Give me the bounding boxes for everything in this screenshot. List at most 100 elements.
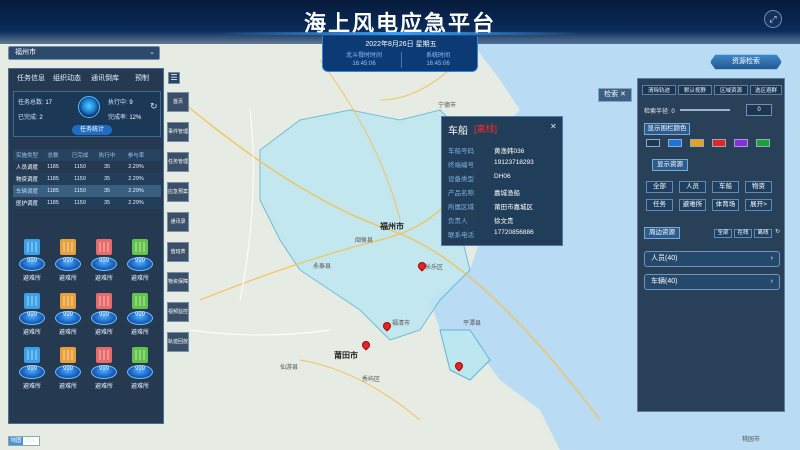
shelter-card[interactable]: 999 避难所 — [17, 239, 47, 283]
refresh-icon[interactable]: ↻ — [775, 228, 780, 235]
cell-done: 1150 — [74, 164, 86, 170]
show-resource-button[interactable]: 显示资源 — [652, 159, 688, 171]
table-row[interactable]: 医护调度 1185 1150 35 2.29% — [13, 197, 161, 209]
resource-search-button[interactable]: 资源检索 — [710, 54, 782, 70]
resource-filter-button[interactable]: 物资 — [745, 181, 772, 193]
toolbar-button[interactable]: 视频监控 — [167, 302, 189, 322]
color-swatch[interactable] — [690, 139, 704, 147]
task-globe-icon — [78, 96, 100, 118]
shelter-card[interactable]: 999 避难所 — [89, 293, 119, 337]
tab-contacts[interactable]: 通讯倒库 — [91, 73, 119, 83]
toolbar-button[interactable]: 通讯录 — [167, 212, 189, 232]
color-swatch[interactable] — [712, 139, 726, 147]
table-row[interactable]: 人员调度 1185 1150 35 2.29% — [13, 161, 161, 173]
color-swatch[interactable] — [756, 139, 770, 147]
shelter-card[interactable]: 999 避难所 — [17, 293, 47, 337]
map-type-map[interactable]: 地图 — [9, 437, 23, 445]
shelter-count: 999 — [98, 312, 109, 318]
shelter-card[interactable]: 999 避难所 — [89, 347, 119, 391]
building-icon — [24, 239, 40, 255]
beidou-time-label: 北斗授时时间 — [345, 53, 382, 59]
table-row[interactable]: 物资调度 1185 1150 35 2.29% — [13, 173, 161, 185]
fullscreen-icon: ⤢ — [769, 13, 777, 24]
nearby-filter-offline[interactable]: 离线 — [754, 229, 772, 238]
group-personnel-label: 人员(40) — [651, 255, 678, 262]
radius-slider[interactable] — [680, 109, 730, 111]
refresh-icon[interactable]: ↻ — [150, 101, 160, 111]
radius-input[interactable]: 0 — [746, 104, 772, 116]
fullscreen-button[interactable]: ⤢ — [764, 10, 782, 28]
toolbar-button[interactable]: 首页 — [167, 92, 189, 112]
popup-value: 黄渔韩036 — [494, 148, 525, 155]
toolbar-button[interactable]: 事件管理 — [167, 122, 189, 142]
shelter-card[interactable]: 999 避难所 — [125, 293, 155, 337]
right-panel: 清除轨迹 默认视野 区域资源 选区避群 检索半径: 0 0 显示围栏颜色 显示资… — [637, 78, 785, 412]
color-swatch[interactable] — [668, 139, 682, 147]
color-swatch[interactable] — [734, 139, 748, 147]
resource-filter-button[interactable]: 车船 — [712, 181, 739, 193]
resource-filter-button[interactable]: 全部 — [646, 181, 673, 193]
shelter-count: 999 — [134, 258, 145, 264]
shelter-card[interactable]: 999 避难所 — [89, 239, 119, 283]
tab-select-area[interactable]: 选区避群 — [750, 85, 782, 95]
map-label-taoyuan: 桃园市 — [742, 437, 761, 443]
task-rate-value: 12% — [129, 115, 142, 121]
popup-status: [离线] — [474, 124, 498, 134]
menu-icon[interactable]: ☰ — [168, 72, 180, 84]
radius-label: 检索半径: 0 — [644, 106, 675, 115]
shelter-card[interactable]: 999 避难所 — [125, 347, 155, 391]
task-stats-button[interactable]: 任务统计 — [72, 125, 112, 135]
nearby-filter-all[interactable]: 全部 — [714, 229, 732, 238]
map-label-fuqing: 福清市 — [392, 321, 411, 327]
shelter-card[interactable]: 999 避难所 — [53, 347, 83, 391]
left-tabs: 任务信息 组织动态 通讯倒库 预制 — [9, 73, 165, 85]
tab-area-resource[interactable]: 区域资源 — [714, 85, 748, 95]
color-swatch[interactable] — [646, 139, 660, 147]
show-color-button[interactable]: 显示围栏颜色 — [644, 123, 690, 135]
nearby-resource-button[interactable]: 周边资源 — [644, 227, 680, 239]
popup-key: 设备类型 — [448, 176, 474, 183]
shelter-card[interactable]: 999 避难所 — [53, 239, 83, 283]
toolbar-button[interactable]: 轨迹回放 — [167, 332, 189, 352]
tab-default-view[interactable]: 默认视野 — [678, 85, 712, 95]
resource-filter-button[interactable]: 人员 — [679, 181, 706, 193]
tab-clear-track[interactable]: 清除轨迹 — [642, 85, 676, 95]
datetime-panel: 2022年8月26日 星期五 北斗授时时间 16:45:06 系统时间 16:4… — [322, 36, 478, 72]
shelter-card[interactable]: 999 避难所 — [17, 347, 47, 391]
tab-org-dynamics[interactable]: 组织动态 — [53, 73, 81, 83]
building-icon — [60, 347, 76, 363]
task-running-value: 9 — [129, 100, 133, 106]
map-type-toggle[interactable]: 地图 混合 — [8, 436, 40, 446]
search-toggle-button[interactable]: 检索 ✕ — [598, 88, 632, 102]
shelter-card[interactable]: 999 避难所 — [125, 239, 155, 283]
resource-filter-button[interactable]: 避难所 — [679, 199, 706, 211]
toolbar-button[interactable]: 值班表 — [167, 242, 189, 262]
toolbar-button[interactable]: 任务管理 — [167, 152, 189, 172]
resource-filter-button[interactable]: 任务 — [646, 199, 673, 211]
close-icon[interactable]: ✕ — [550, 122, 557, 131]
group-vehicles[interactable]: 车辆(40) › — [644, 274, 780, 290]
tab-task-info[interactable]: 任务信息 — [17, 73, 45, 83]
shelter-name: 避难所 — [58, 384, 77, 390]
shelter-card[interactable]: 999 避难所 — [53, 293, 83, 337]
map-label-xiuyu: 秀屿区 — [362, 377, 381, 383]
resource-filter-button[interactable]: 展开> — [745, 199, 772, 211]
cell-done: 1150 — [74, 188, 86, 194]
toolbar-button[interactable]: 物资保障 — [167, 272, 189, 292]
city-select[interactable]: 福州市 ⌄ — [8, 46, 160, 60]
resource-filter-button[interactable]: 体育场 — [712, 199, 739, 211]
toolbar-button[interactable]: 应急预案 — [167, 182, 189, 202]
shelter-name: 避难所 — [22, 384, 41, 390]
shelter-count: 999 — [98, 258, 109, 264]
cell-type: 医护调度 — [15, 201, 38, 207]
table-row[interactable]: 车辆调度 1185 1150 35 2.29% — [13, 185, 161, 197]
popup-value: 莆田市嘉城区 — [494, 204, 533, 211]
map-label-minhou: 闽侯县 — [355, 238, 374, 244]
tab-preset[interactable]: 预制 — [135, 73, 149, 83]
nearby-filter-online[interactable]: 在线 — [734, 229, 752, 238]
building-icon — [96, 347, 112, 363]
map-type-hybrid[interactable]: 混合 — [23, 437, 37, 445]
group-personnel[interactable]: 人员(40) › — [644, 251, 780, 267]
task-total-label: 任务总数: — [18, 100, 44, 106]
building-icon — [132, 347, 148, 363]
